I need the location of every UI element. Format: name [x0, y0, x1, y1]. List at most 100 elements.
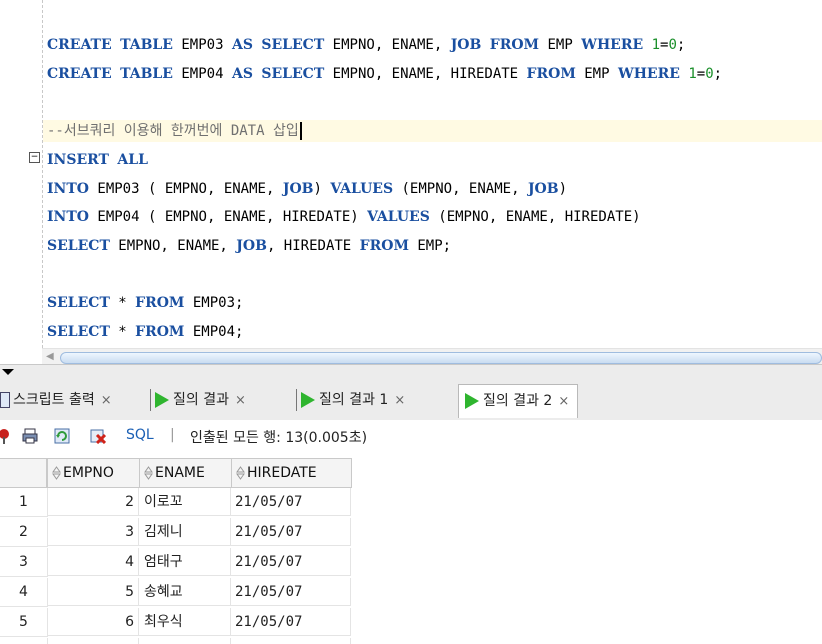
code-text: EMP03 ( EMPNO, ENAME, — [88, 181, 283, 197]
empno-cell[interactable]: 3 — [47, 518, 139, 546]
row-number-cell[interactable]: 6 — [0, 638, 48, 644]
scrollbar-thumb[interactable] — [60, 352, 822, 364]
row-number-header — [0, 458, 47, 488]
column-header-empno[interactable]: EMPNO — [47, 458, 140, 488]
empno-cell[interactable]: 7 — [47, 638, 139, 644]
ename-cell[interactable]: 송혜교 — [139, 578, 231, 606]
tab-divider — [296, 389, 297, 411]
code-line[interactable]: SELECT * FROM EMP04; — [47, 321, 243, 343]
close-icon[interactable]: × — [558, 394, 569, 409]
refresh-icon[interactable] — [54, 428, 70, 444]
tab-label: 질의 결과 2 — [483, 393, 553, 409]
sql-keyword: JOB — [450, 37, 482, 53]
sql-keyword: JOB — [527, 181, 559, 197]
code-line[interactable]: SELECT * FROM EMP03; — [47, 292, 243, 314]
empno-cell[interactable]: 2 — [47, 488, 139, 516]
code-line[interactable]: INTO EMP04 ( EMPNO, ENAME, HIREDATE) VAL… — [47, 206, 641, 228]
sql-keyword: FROM — [489, 37, 540, 53]
ename-cell[interactable]: 이로꼬 — [139, 488, 231, 516]
empno-cell[interactable]: 6 — [47, 608, 139, 636]
hiredate-cell[interactable]: 21/05/07 — [231, 488, 351, 516]
tab-label: 질의 결과 1 — [319, 392, 389, 408]
fold-toggle-icon[interactable]: − — [29, 152, 40, 163]
sql-keyword: SELECT — [47, 238, 110, 254]
code-text: * — [109, 324, 136, 340]
code-text: , HIREDATE — [266, 238, 360, 254]
code-text: EMPNO, ENAME, HIREDATE — [324, 66, 527, 82]
collapse-arrow-icon[interactable] — [2, 369, 14, 375]
column-header-ename[interactable]: ENAME — [139, 458, 232, 488]
hiredate-cell[interactable]: 21/05/07 — [231, 638, 351, 644]
sql-keyword: AS — [231, 66, 253, 82]
sort-icon[interactable] — [52, 466, 61, 480]
code-text: EMP04 ( EMPNO, ENAME, HIREDATE) — [88, 209, 368, 225]
table-row[interactable]: 1 2 이로꼬 21/05/07 — [0, 488, 352, 517]
tab-query-result-2[interactable]: 질의 결과 2 × — [458, 384, 579, 418]
ename-cell[interactable]: 엄태구 — [139, 548, 231, 576]
code-line[interactable]: --서브쿼리 이용해 한꺼번에 DATA 삽입 — [43, 120, 822, 142]
column-header-hiredate[interactable]: HIREDATE — [231, 458, 352, 488]
hiredate-cell[interactable]: 21/05/07 — [231, 608, 351, 636]
column-header-label: EMPNO — [63, 465, 114, 481]
table-row[interactable]: 2 3 김제니 21/05/07 — [0, 518, 352, 547]
text-caret — [299, 122, 302, 140]
results-toolbar: SQL | 인출된 모든 행: 13(0.005초) — [0, 420, 822, 454]
code-text: (EMPNO, ENAME, — [393, 181, 528, 197]
row-number-cell[interactable]: 4 — [0, 578, 48, 607]
code-text: EMP03; — [184, 295, 244, 311]
code-text: EMP — [539, 37, 582, 53]
scroll-left-arrow-icon[interactable]: ◀ — [46, 351, 54, 362]
sql-button[interactable]: SQL — [126, 427, 154, 443]
hiredate-cell[interactable]: 21/05/07 — [231, 548, 351, 576]
row-number-cell[interactable]: 2 — [0, 518, 48, 547]
delete-icon[interactable] — [90, 428, 106, 444]
row-number-cell[interactable]: 5 — [0, 608, 48, 637]
print-icon[interactable] — [22, 428, 38, 444]
ename-cell[interactable]: 최우식 — [139, 608, 231, 636]
sql-keyword: CREATE — [47, 37, 112, 53]
tab-query-result[interactable]: 질의 결과 × — [150, 384, 246, 416]
hiredate-cell[interactable]: 21/05/07 — [231, 518, 351, 546]
sql-keyword: TABLE — [120, 66, 173, 82]
editor-horizontal-scrollbar[interactable]: ◀ — [42, 348, 822, 365]
empno-cell[interactable]: 4 — [47, 548, 139, 576]
tab-script-output[interactable]: 스크립트 출력 × — [0, 384, 112, 416]
pin-icon[interactable] — [0, 428, 12, 444]
column-header-label: ENAME — [155, 465, 205, 481]
table-row[interactable]: 3 4 엄태구 21/05/07 — [0, 548, 352, 577]
code-line[interactable]: CREATE TABLE EMP03 AS SELECT EMPNO, ENAM… — [47, 34, 685, 56]
row-number-cell[interactable]: 3 — [0, 548, 48, 577]
close-icon[interactable]: × — [235, 393, 246, 408]
ename-cell[interactable]: 김제니 — [139, 518, 231, 546]
sql-keyword: VALUES — [330, 181, 394, 197]
table-row[interactable]: 4 5 송혜교 21/05/07 — [0, 578, 352, 607]
sql-keyword: FROM — [526, 66, 576, 82]
sql-keyword: INTO — [47, 181, 89, 197]
close-icon[interactable]: × — [101, 393, 112, 408]
result-grid[interactable]: EMPNO ENAME HIREDATE 1 2 이로꼬 21/05/07 2 3 김제니 2… — [0, 458, 352, 644]
ename-cell[interactable]: 한소희 — [139, 638, 231, 644]
sql-editor[interactable]: − CREATE TABLE EMP03 AS SELECT EMPNO, EN… — [0, 0, 822, 348]
sql-keyword: ALL — [117, 152, 148, 168]
code-text: EMP; — [408, 238, 452, 254]
code-text: EMP03 — [172, 37, 232, 53]
table-row[interactable]: 67한소희21/05/07 — [0, 638, 352, 644]
table-row[interactable]: 5 6 최우식 21/05/07 — [0, 608, 352, 637]
close-icon[interactable]: × — [394, 393, 405, 408]
panel-splitter[interactable] — [0, 364, 822, 381]
row-number-cell[interactable]: 1 — [0, 488, 48, 517]
code-line[interactable]: SELECT EMPNO, ENAME, JOB, HIREDATE FROM … — [47, 235, 451, 257]
code-line[interactable]: CREATE TABLE EMP04 AS SELECT EMPNO, ENAM… — [47, 63, 722, 85]
sort-icon[interactable] — [236, 466, 245, 480]
sql-comment: --서브쿼리 이용해 한꺼번에 DATA 삽입 — [47, 123, 299, 139]
hiredate-cell[interactable]: 21/05/07 — [231, 578, 351, 606]
code-line[interactable]: INSERT ALL — [47, 149, 148, 171]
code-line[interactable]: INTO EMP03 ( EMPNO, ENAME, JOB) VALUES (… — [47, 178, 567, 200]
tab-query-result-1[interactable]: 질의 결과 1 × — [296, 384, 405, 416]
sql-keyword: SELECT — [261, 66, 325, 82]
empno-cell[interactable]: 5 — [47, 578, 139, 606]
sort-icon[interactable] — [144, 466, 153, 480]
sql-keyword: TABLE — [120, 37, 173, 53]
